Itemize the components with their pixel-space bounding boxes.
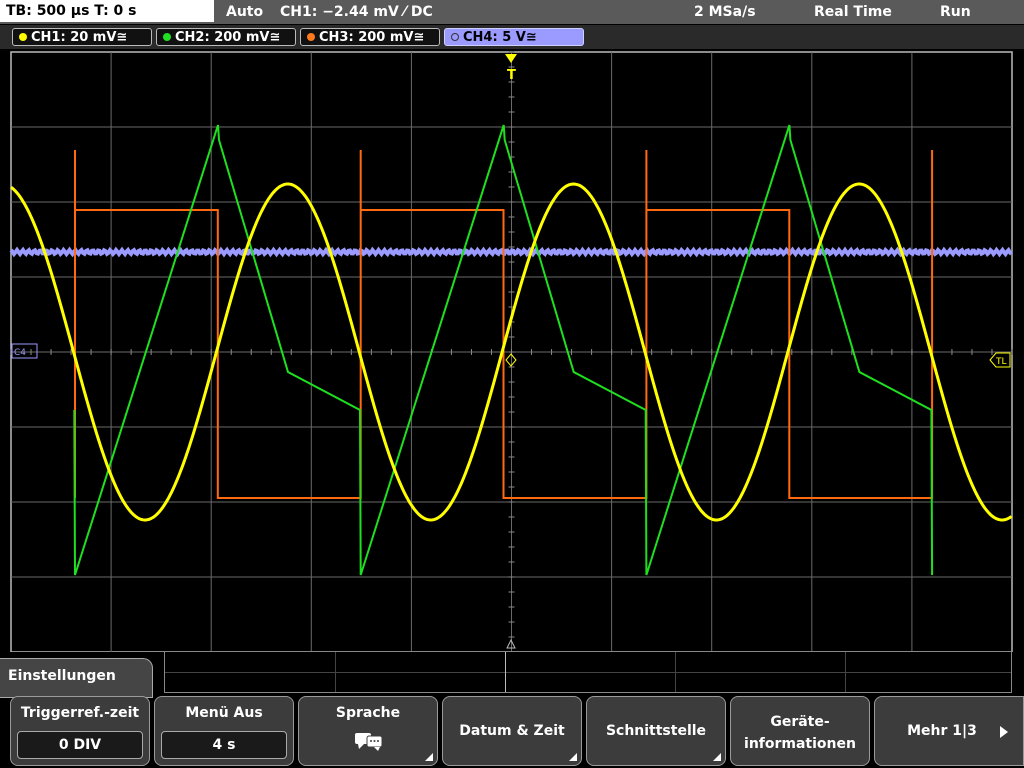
trigger-ref-time-value[interactable]: 0 DIV [17,731,143,759]
softkey-interface[interactable]: Schnittstelle [586,696,726,766]
channel-tab-ch3[interactable]: CH3: 200 mV≅ [300,28,440,46]
zoom-strip [164,651,1012,693]
channel-tab-ch4[interactable]: CH4: 5 V≅ [444,28,584,46]
channel-tab-label: CH4: 5 V≅ [463,30,537,45]
softkey-label: Menü Aus [185,705,263,721]
run-state[interactable]: Run [940,0,971,24]
softkey-label: Datum & Zeit [459,723,565,739]
channel-tab-label: CH1: 20 mV≅ [31,30,128,45]
menu-off-value[interactable]: 4 s [161,731,287,759]
trigger-source-info[interactable]: CH1: −2.44 mV ⁄ DC [280,0,433,24]
channel-tab-ch2[interactable]: CH2: 200 mV≅ [156,28,296,46]
acquisition-mode: Real Time [814,4,892,20]
submenu-indicator-icon [569,753,577,761]
softkey-language[interactable]: Sprache [298,696,438,766]
softkey-label: Sprache [335,705,401,721]
channel-bar: CH1: 20 mV≅ CH2: 200 mV≅ CH3: 200 mV≅ CH… [0,25,1024,49]
trigger-marker-label: T [507,68,516,83]
trigger-mode[interactable]: Auto [226,0,263,24]
status-bar: TB: 500 µs T: 0 s Auto CH1: −2.44 mV ⁄ D… [0,0,1024,24]
softkey-label-line1: Geräte- [770,714,830,730]
channel-tab-ch1[interactable]: CH1: 20 mV≅ [12,28,152,46]
softkey-date-time[interactable]: Datum & Zeit [442,696,582,766]
trigger-level-label: TL [995,357,1007,367]
submenu-indicator-icon [713,753,721,761]
menu-title-text: Einstellungen [8,668,116,684]
speech-bubbles-icon [355,733,383,751]
ch1-color-icon [19,33,27,41]
channel-tab-label: CH3: 200 mV≅ [319,30,425,45]
channel-tab-label: CH2: 200 mV≅ [175,30,281,45]
ch4-reference-label: C4 [14,348,26,358]
ch4-color-icon [451,33,459,41]
ch2-color-icon [163,33,171,41]
next-page-arrow-icon [1000,726,1008,738]
timebase-display[interactable]: TB: 500 µs T: 0 s [0,0,214,22]
softkey-label: Schnittstelle [605,723,707,739]
menu-title: Einstellungen [0,658,153,698]
softkey-device-info[interactable]: Geräte-informationen [730,696,870,766]
ch4-waveform [9,246,1013,258]
softkey-trigger-ref-time[interactable]: Triggerref.-zeit 0 DIV [10,696,150,766]
timebase-text: TB: 500 µs T: 0 s [6,3,137,19]
softkey-label: Geräte-informationen [731,711,869,755]
softkey-menu-off[interactable]: Menü Aus 4 s [154,696,294,766]
submenu-indicator-icon [425,753,433,761]
ch3-color-icon [307,33,315,41]
waveform-display[interactable]: T C4 TL [0,50,1024,652]
softkey-label: Triggerref.-zeit [20,705,140,721]
softkey-more[interactable]: Mehr 1|3 [874,696,1024,766]
softkey-label-line2: informationen [744,736,856,752]
sample-rate: 2 MSa/s [694,4,756,20]
